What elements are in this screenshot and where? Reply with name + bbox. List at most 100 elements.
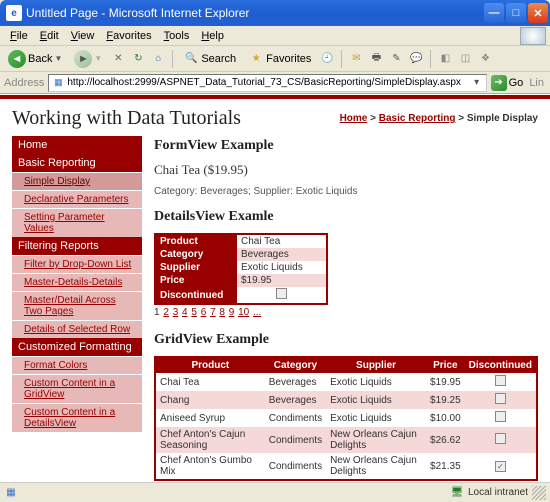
gv-cell: New Orleans Cajun Delights <box>326 453 426 480</box>
go-button[interactable]: ➔ Go <box>491 75 524 91</box>
print-button[interactable]: 🖶 <box>368 51 384 67</box>
dv-label: Product <box>155 234 237 248</box>
menu-tools[interactable]: Tools <box>158 28 196 44</box>
home-button[interactable]: ⌂ <box>150 51 166 67</box>
address-input[interactable] <box>67 77 469 88</box>
gv-cell: Chai Tea <box>155 373 265 391</box>
nav-item[interactable]: Details of Selected Row <box>12 320 142 338</box>
breadcrumb-home[interactable]: Home <box>340 113 368 124</box>
gridview-table: ProductCategorySupplierPriceDiscontinued… <box>154 356 538 481</box>
nav-item[interactable]: Custom Content in a DetailsView <box>12 403 142 432</box>
pager-link[interactable]: 9 <box>229 307 235 318</box>
pager-link[interactable]: 8 <box>219 307 225 318</box>
gv-cell <box>465 409 537 427</box>
breadcrumb-section[interactable]: Basic Reporting <box>379 113 456 124</box>
pager-link[interactable]: 7 <box>210 307 216 318</box>
dv-label: Discontinued <box>155 287 237 304</box>
nav-item[interactable]: Filter by Drop-Down List <box>12 255 142 273</box>
dv-value: $19.95 <box>237 274 327 287</box>
menu-help[interactable]: Help <box>195 28 230 44</box>
gv-cell: Exotic Liquids <box>326 409 426 427</box>
extra-button-3[interactable]: ❖ <box>477 51 493 67</box>
extra-button-2[interactable]: ◫ <box>457 51 473 67</box>
checkbox-icon <box>495 411 506 422</box>
nav-item[interactable]: Custom Content in a GridView <box>12 374 142 403</box>
forward-button[interactable]: ► ▼ <box>70 48 106 70</box>
extra-button-1[interactable]: ◧ <box>437 51 453 67</box>
address-box[interactable]: ▦ ▾ <box>48 74 486 92</box>
chevron-down-icon: ▼ <box>54 54 62 63</box>
detailsview-heading: DetailsView Examle <box>154 209 538 225</box>
edit-button[interactable]: ✎ <box>388 51 404 67</box>
pager-link[interactable]: 4 <box>182 307 188 318</box>
detailsview-row: SupplierExotic Liquids <box>155 261 327 274</box>
history-button[interactable]: 🕘 <box>319 51 335 67</box>
status-bar: ▦ 🖥 Local intranet <box>0 482 550 502</box>
close-button[interactable]: ✕ <box>528 3 548 23</box>
checkbox-icon <box>495 393 506 404</box>
star-icon: ★ <box>248 51 264 67</box>
minimize-button[interactable]: ― <box>484 3 504 23</box>
nav-header[interactable]: Basic Reporting <box>12 154 142 172</box>
refresh-button[interactable]: ↻ <box>130 51 146 67</box>
menu-bar: File Edit View Favorites Tools Help <box>0 26 550 46</box>
gv-header[interactable]: Category <box>265 357 326 373</box>
gv-header[interactable]: Price <box>426 357 465 373</box>
discuss-button[interactable]: 💬 <box>408 51 424 67</box>
gv-cell: Chef Anton's Cajun Seasoning <box>155 427 265 453</box>
nav-item[interactable]: Format Colors <box>12 356 142 374</box>
toolbar: ◄ Back ▼ ► ▼ ✕ ↻ ⌂ 🔍 Search ★ Favorites … <box>0 46 550 72</box>
done-icon: ▦ <box>4 486 18 500</box>
dv-value: Chai Tea <box>237 234 327 248</box>
pager-link[interactable]: 6 <box>201 307 207 318</box>
back-button[interactable]: ◄ Back ▼ <box>4 48 66 70</box>
gv-cell: $10.00 <box>426 409 465 427</box>
checkbox-icon <box>276 288 287 299</box>
pager-link[interactable]: 5 <box>191 307 197 318</box>
gv-cell: Exotic Liquids <box>326 391 426 409</box>
separator <box>172 50 173 68</box>
page-icon: ▦ <box>51 76 65 90</box>
detailsview-table: ProductChai TeaCategoryBeveragesSupplier… <box>154 233 328 305</box>
nav-header[interactable]: Customized Formatting <box>12 338 142 356</box>
gv-header[interactable]: Supplier <box>326 357 426 373</box>
search-button[interactable]: 🔍 Search <box>179 49 240 69</box>
dv-label: Category <box>155 248 237 261</box>
chevron-down-icon[interactable]: ▾ <box>470 77 484 88</box>
pager-link[interactable]: 2 <box>163 307 169 318</box>
gv-cell: Exotic Liquids <box>326 373 426 391</box>
gv-header[interactable]: Discontinued <box>465 357 537 373</box>
nav-item[interactable]: Master/Detail Across Two Pages <box>12 291 142 320</box>
nav-header[interactable]: Home <box>12 136 142 154</box>
formview-name: Chai Tea ($19.95) <box>154 162 538 178</box>
ms-logo-icon <box>520 27 546 45</box>
pager-link[interactable]: 10 <box>238 307 249 318</box>
content-viewport[interactable]: Working with Data Tutorials Home > Basic… <box>0 94 550 482</box>
formview-detail: Category: Beverages; Supplier: Exotic Li… <box>154 186 538 197</box>
menu-file[interactable]: File <box>4 28 34 44</box>
pager-link[interactable]: ... <box>253 307 261 318</box>
gv-cell: Beverages <box>265 373 326 391</box>
maximize-button[interactable]: □ <box>506 3 526 23</box>
gv-cell: $19.25 <box>426 391 465 409</box>
nav-header[interactable]: Filtering Reports <box>12 237 142 255</box>
menu-edit[interactable]: Edit <box>34 28 65 44</box>
stop-button[interactable]: ✕ <box>110 51 126 67</box>
detailsview-pager: 1 2 3 4 5 6 7 8 9 10 ... <box>154 307 538 318</box>
resize-grip-icon[interactable] <box>532 486 546 500</box>
nav-item[interactable]: Declarative Parameters <box>12 190 142 208</box>
favorites-button[interactable]: ★ Favorites <box>244 49 315 69</box>
pager-link[interactable]: 3 <box>173 307 179 318</box>
nav-item[interactable]: Setting Parameter Values <box>12 208 142 237</box>
nav-item[interactable]: Simple Display <box>12 172 142 190</box>
sidebar-nav: HomeBasic ReportingSimple DisplayDeclara… <box>12 136 142 481</box>
links-label[interactable]: Lin <box>527 77 546 89</box>
nav-item[interactable]: Master-Details-Details <box>12 273 142 291</box>
search-icon: 🔍 <box>183 51 199 67</box>
gv-header[interactable]: Product <box>155 357 265 373</box>
table-row: ChangBeveragesExotic Liquids$19.25 <box>155 391 537 409</box>
menu-view[interactable]: View <box>65 28 101 44</box>
menu-favorites[interactable]: Favorites <box>100 28 157 44</box>
mail-button[interactable]: ✉ <box>348 51 364 67</box>
checkbox-icon <box>495 375 506 386</box>
